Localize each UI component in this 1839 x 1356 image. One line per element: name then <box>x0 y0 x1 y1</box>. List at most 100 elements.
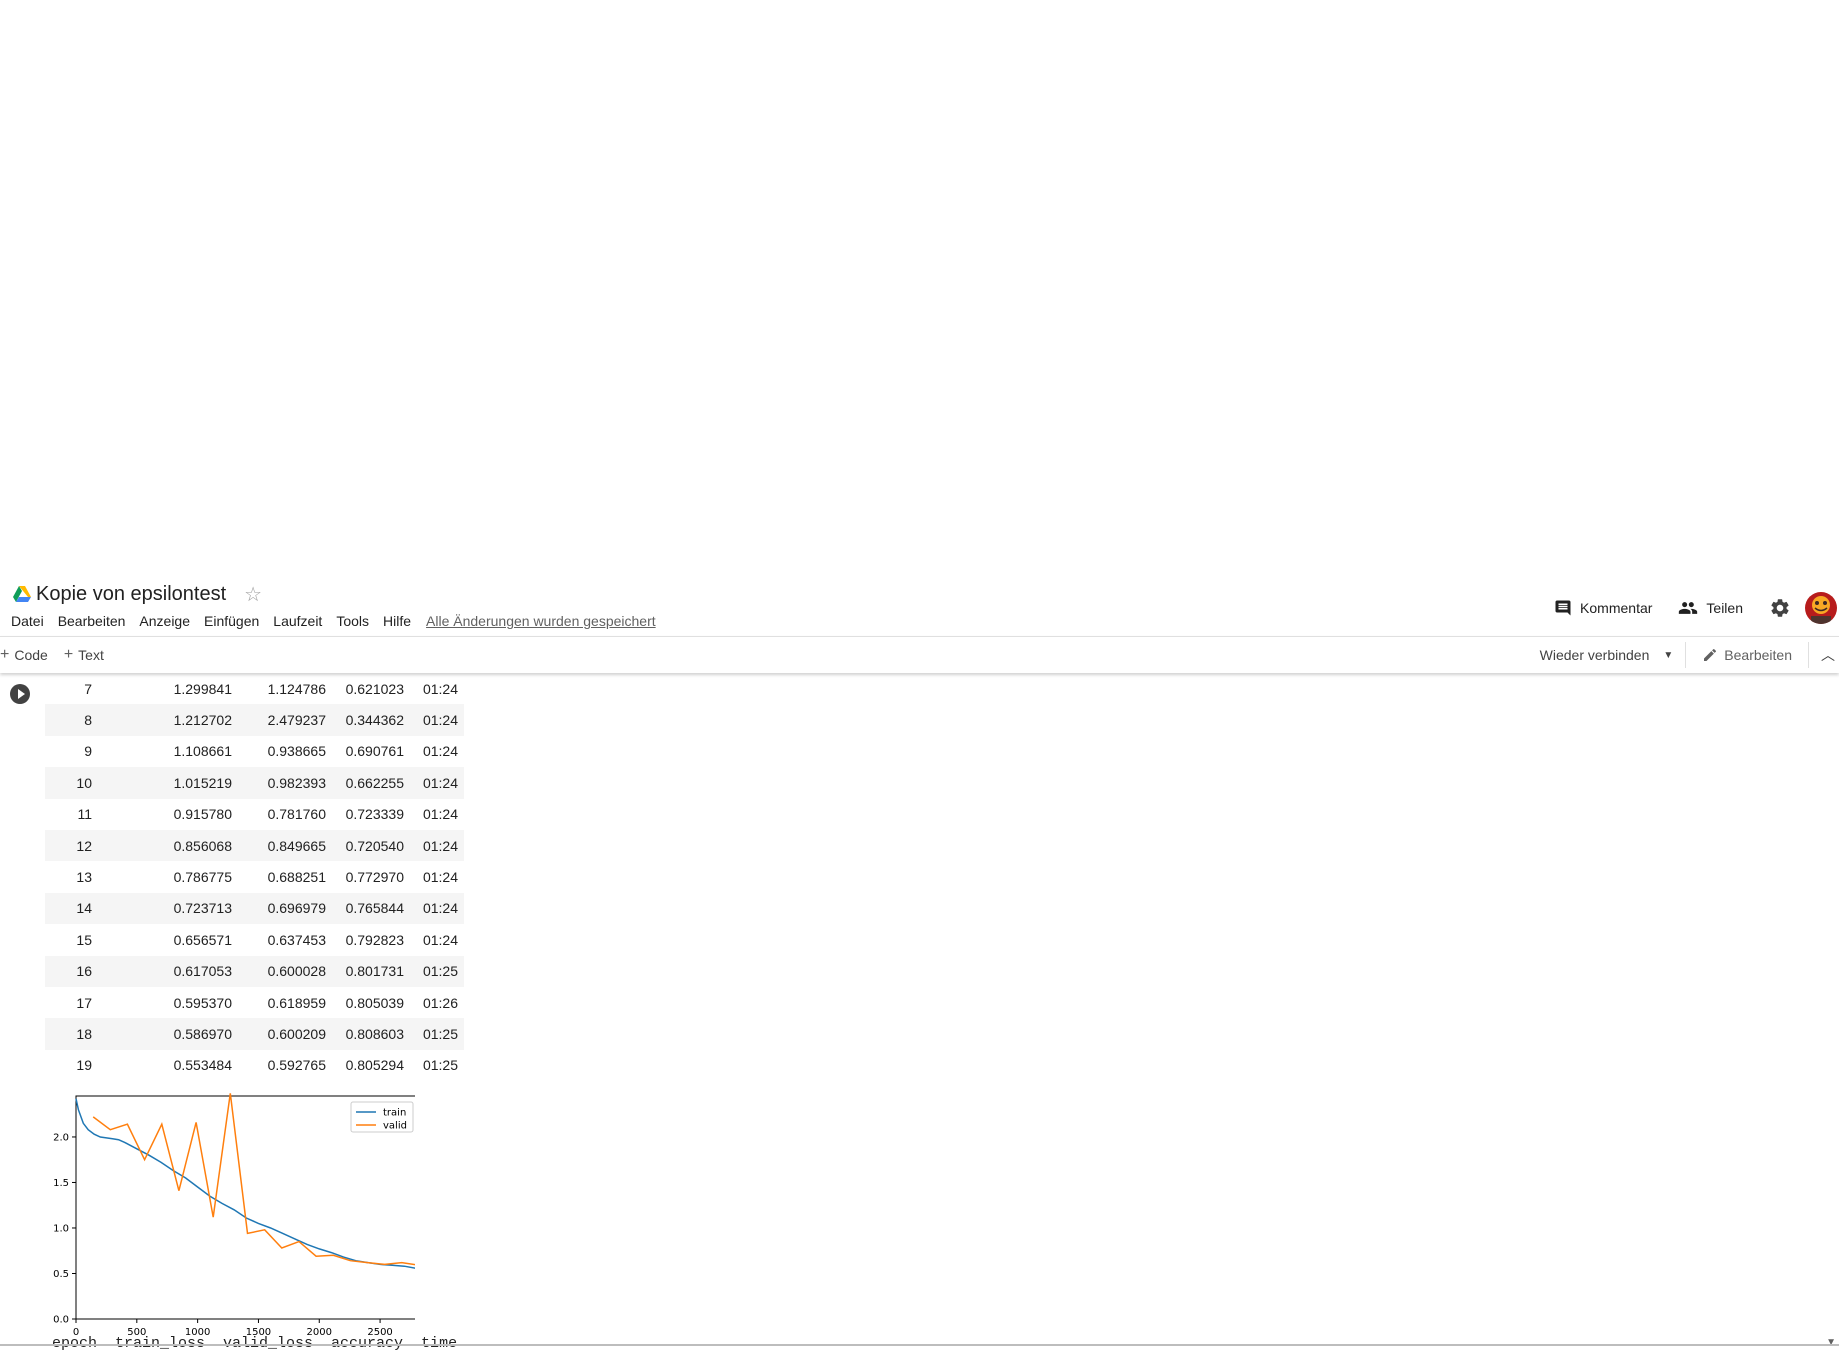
train-loss-cell: 1.212702 <box>92 704 232 736</box>
valid-loss-cell: 0.637453 <box>267 931 326 948</box>
menu-einfuegen[interactable]: Einfügen <box>204 613 259 629</box>
menu-hilfe[interactable]: Hilfe <box>383 613 411 629</box>
accuracy-cell: 0.662255 <box>326 767 404 799</box>
menu-datei[interactable]: Datei <box>11 613 44 629</box>
time-cell: 01:24 <box>404 767 464 799</box>
gear-icon[interactable] <box>1769 597 1791 619</box>
plus-icon: + <box>0 646 10 663</box>
table-row: 17 0.595370 0.618959 0.805039 01:26 <box>45 987 464 1018</box>
menu-anzeige[interactable]: Anzeige <box>139 613 190 629</box>
share-button[interactable]: Teilen <box>1678 598 1743 618</box>
accuracy-cell: 0.792823 <box>345 931 404 948</box>
accuracy-cell: 0.801731 <box>326 955 404 987</box>
run-cell-button[interactable] <box>10 684 30 704</box>
toolbar-left: + Code + Text <box>0 637 120 673</box>
epoch-cell: 7 <box>84 680 92 697</box>
valid-loss-cell: 0.849665 <box>232 829 326 862</box>
valid-loss-cell: 0.600028 <box>232 955 326 987</box>
comment-label: Kommentar <box>1580 600 1653 616</box>
accuracy-cell: 0.808603 <box>326 1018 404 1050</box>
table-row: 10 1.015219 0.982393 0.662255 01:24 <box>45 767 464 799</box>
time-cell: 01:24 <box>422 931 458 948</box>
epoch-cell: 15 <box>76 931 92 948</box>
chevron-up-icon[interactable]: ︿ <box>1821 645 1835 665</box>
table-row: 7 1.299841 1.124786 0.621023 01:24 <box>45 673 464 704</box>
add-code-label: Code <box>14 647 48 663</box>
vertical-scrollbar[interactable]: ▼ <box>1825 673 1839 1356</box>
edit-button[interactable]: Bearbeiten <box>1702 642 1809 668</box>
menu-bar: Datei Bearbeiten Anzeige Einfügen Laufze… <box>11 610 656 632</box>
epoch-cell: 12 <box>45 829 92 862</box>
reconnect-label: Wieder verbinden <box>1539 647 1650 663</box>
train-loss-cell: 0.915780 <box>173 806 232 823</box>
accuracy-cell: 0.690761 <box>345 743 404 760</box>
accuracy-cell: 0.621023 <box>345 680 404 697</box>
legend-label-valid: valid <box>383 1121 407 1132</box>
accuracy-cell: 0.344362 <box>326 704 404 736</box>
title-row: Kopie von epsilontest ☆ <box>12 580 262 608</box>
table-row: 11 0.915780 0.781760 0.723339 01:24 <box>45 799 464 830</box>
menu-laufzeit[interactable]: Laufzeit <box>273 613 322 629</box>
epoch-cell: 11 <box>77 806 92 823</box>
valid-loss-cell: 0.600209 <box>232 1018 326 1050</box>
time-cell: 01:24 <box>422 743 458 760</box>
time-cell: 01:24 <box>422 680 458 697</box>
valid-loss-cell: 0.688251 <box>267 869 326 886</box>
y-tick-label: 1.5 <box>53 1178 69 1189</box>
comment-icon <box>1555 600 1571 616</box>
train-loss-cell: 0.856068 <box>92 829 232 862</box>
valid-loss-cell: 0.938665 <box>267 743 326 760</box>
pencil-icon <box>1704 648 1717 661</box>
epoch-cell: 18 <box>45 1018 92 1050</box>
epoch-cell: 8 <box>45 704 92 736</box>
table-row: 14 0.723713 0.696979 0.765844 01:24 <box>45 892 464 925</box>
caret-down-icon[interactable]: ▼ <box>1663 650 1673 661</box>
add-code-button[interactable]: + Code <box>0 646 48 664</box>
menu-tools[interactable]: Tools <box>336 613 369 629</box>
valid-loss-cell: 0.781760 <box>267 806 326 823</box>
share-label: Teilen <box>1706 600 1743 616</box>
accuracy-cell: 0.772970 <box>345 869 404 886</box>
accuracy-cell: 0.720540 <box>326 829 404 862</box>
time-cell: 01:25 <box>422 1057 458 1074</box>
valid-loss-cell: 0.696979 <box>232 892 326 925</box>
epoch-cell: 9 <box>84 743 92 760</box>
epoch-cell: 10 <box>45 767 92 799</box>
loss-chart: 0 500 1000 1500 2000 25000.00.51.01.52.0train… <box>53 1093 415 1336</box>
accuracy-cell: 0.723339 <box>345 806 404 823</box>
train-loss-cell: 1.015219 <box>92 767 232 799</box>
train-loss-cell: 0.617053 <box>92 955 232 987</box>
add-text-button[interactable]: + Text <box>64 646 104 664</box>
accuracy-cell: 0.765844 <box>326 892 404 925</box>
notebook-title[interactable]: Kopie von epsilontest <box>36 583 226 606</box>
valid-loss-cell: 0.618959 <box>267 994 326 1011</box>
train-loss-cell: 0.656571 <box>173 931 232 948</box>
table-row: 19 0.553484 0.592765 0.805294 01:25 <box>45 1050 464 1081</box>
y-tick-label: 1.0 <box>53 1223 69 1234</box>
y-tick-label: 0.0 <box>53 1315 69 1326</box>
saved-status-link[interactable]: Alle Änderungen wurden gespeichert <box>426 613 656 629</box>
train-loss-cell: 0.595370 <box>173 994 232 1011</box>
star-outline-icon[interactable]: ☆ <box>244 582 262 607</box>
table-row: 9 1.108661 0.938665 0.690761 01:24 <box>45 736 464 767</box>
train-loss-cell: 1.108661 <box>173 743 232 760</box>
table-row: 8 1.212702 2.479237 0.344362 01:24 <box>45 704 464 736</box>
toolbar-right: Wieder verbinden ▼ Bearbeiten ︿ <box>1540 637 1839 673</box>
menu-bearbeiten[interactable]: Bearbeiten <box>58 613 126 629</box>
table-row: 16 0.617053 0.600028 0.801731 01:25 <box>45 955 464 987</box>
notebook-toolbar: + Code + Text Wieder verbinden ▼ Bearbei… <box>0 636 1839 673</box>
horizontal-scrollbar[interactable] <box>0 1344 1839 1346</box>
training-results-table: 7 1.299841 1.124786 0.621023 01:24 8 1.212702 2… <box>45 673 464 1081</box>
y-tick-label: 0.5 <box>53 1269 69 1280</box>
comment-button[interactable]: Kommentar <box>1554 599 1652 617</box>
epoch-cell: 13 <box>76 869 92 886</box>
accuracy-cell: 0.805039 <box>345 994 404 1011</box>
table-row: 12 0.856068 0.849665 0.720540 01:24 <box>45 829 464 862</box>
epoch-cell: 19 <box>76 1057 92 1074</box>
people-icon <box>1679 602 1698 614</box>
y-tick-label: 2.0 <box>53 1132 69 1143</box>
chevron-down-icon[interactable]: ▼ <box>1826 1337 1836 1348</box>
avatar[interactable] <box>1805 592 1837 624</box>
reconnect-button[interactable]: Wieder verbinden ▼ <box>1540 642 1687 668</box>
google-drive-icon[interactable] <box>12 585 32 603</box>
